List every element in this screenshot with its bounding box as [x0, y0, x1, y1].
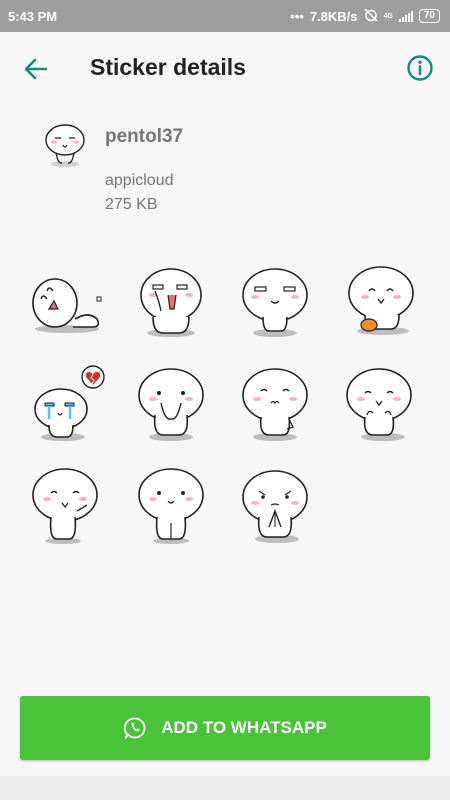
sticker-2[interactable]: [119, 250, 223, 352]
whatsapp-icon: [124, 717, 146, 739]
pack-name: pentol37: [105, 126, 184, 147]
sticker-smug-squint-icon: [242, 268, 308, 337]
status-dots: •••: [290, 8, 304, 24]
sticker-crying-rubbing-eyes-icon: [140, 268, 202, 337]
pack-header: pentol37 appicloud 275 KB: [36, 120, 416, 220]
sticker-9[interactable]: [15, 454, 119, 556]
sticker-1[interactable]: [15, 250, 119, 352]
pack-tray-icon: [40, 120, 90, 170]
bottom-strip: [0, 776, 450, 800]
battery-icon: 70: [418, 9, 440, 23]
arrow-back-icon: [24, 58, 48, 80]
sticker-holding-snack-icon: [348, 266, 414, 335]
status-bar: 5:43 PM ••• 7.8KB/s 4G 70: [0, 0, 450, 32]
sticker-4[interactable]: [327, 250, 431, 352]
page-title: Sticker details: [90, 54, 246, 80]
sticker-grid: [15, 250, 435, 556]
alarm-off-icon: [364, 7, 378, 25]
sticker-lying-surprised-icon: [32, 278, 102, 333]
sticker-covering-mouth-icon: [138, 368, 204, 441]
sticker-10[interactable]: [119, 454, 223, 556]
app-bar: Sticker details: [0, 32, 450, 104]
sticker-broken-heart-crying-icon: [34, 365, 105, 441]
pack-size: 275 KB: [105, 196, 158, 213]
sticker-3[interactable]: [223, 250, 327, 352]
network-type-icon: 4G: [383, 12, 393, 20]
sticker-6[interactable]: [119, 352, 223, 454]
sticker-7[interactable]: [223, 352, 327, 454]
network-speed: 7.8KB/s: [309, 8, 358, 24]
sticker-11[interactable]: [223, 454, 327, 556]
info-icon: [407, 55, 433, 81]
sticker-happy-hands-icon: [346, 368, 412, 441]
sticker-praying-icon: [242, 470, 308, 543]
sticker-8[interactable]: [327, 352, 431, 454]
sticker-5[interactable]: [15, 352, 119, 454]
status-icons: ••• 7.8KB/s 4G 70: [290, 7, 440, 25]
signal-icon: [398, 10, 413, 22]
back-button[interactable]: [20, 54, 50, 84]
info-button[interactable]: [406, 54, 434, 82]
pack-author: appicloud: [105, 172, 174, 189]
sticker-walking-icon: [32, 468, 98, 544]
sticker-standing-blush-icon: [138, 468, 204, 544]
add-to-whatsapp-button[interactable]: ADD TO WHATSAPP: [20, 696, 430, 760]
sticker-nervous-blush-icon: [242, 368, 308, 441]
add-to-whatsapp-label: ADD TO WHATSAPP: [161, 718, 327, 737]
status-time: 5:43 PM: [8, 8, 58, 24]
